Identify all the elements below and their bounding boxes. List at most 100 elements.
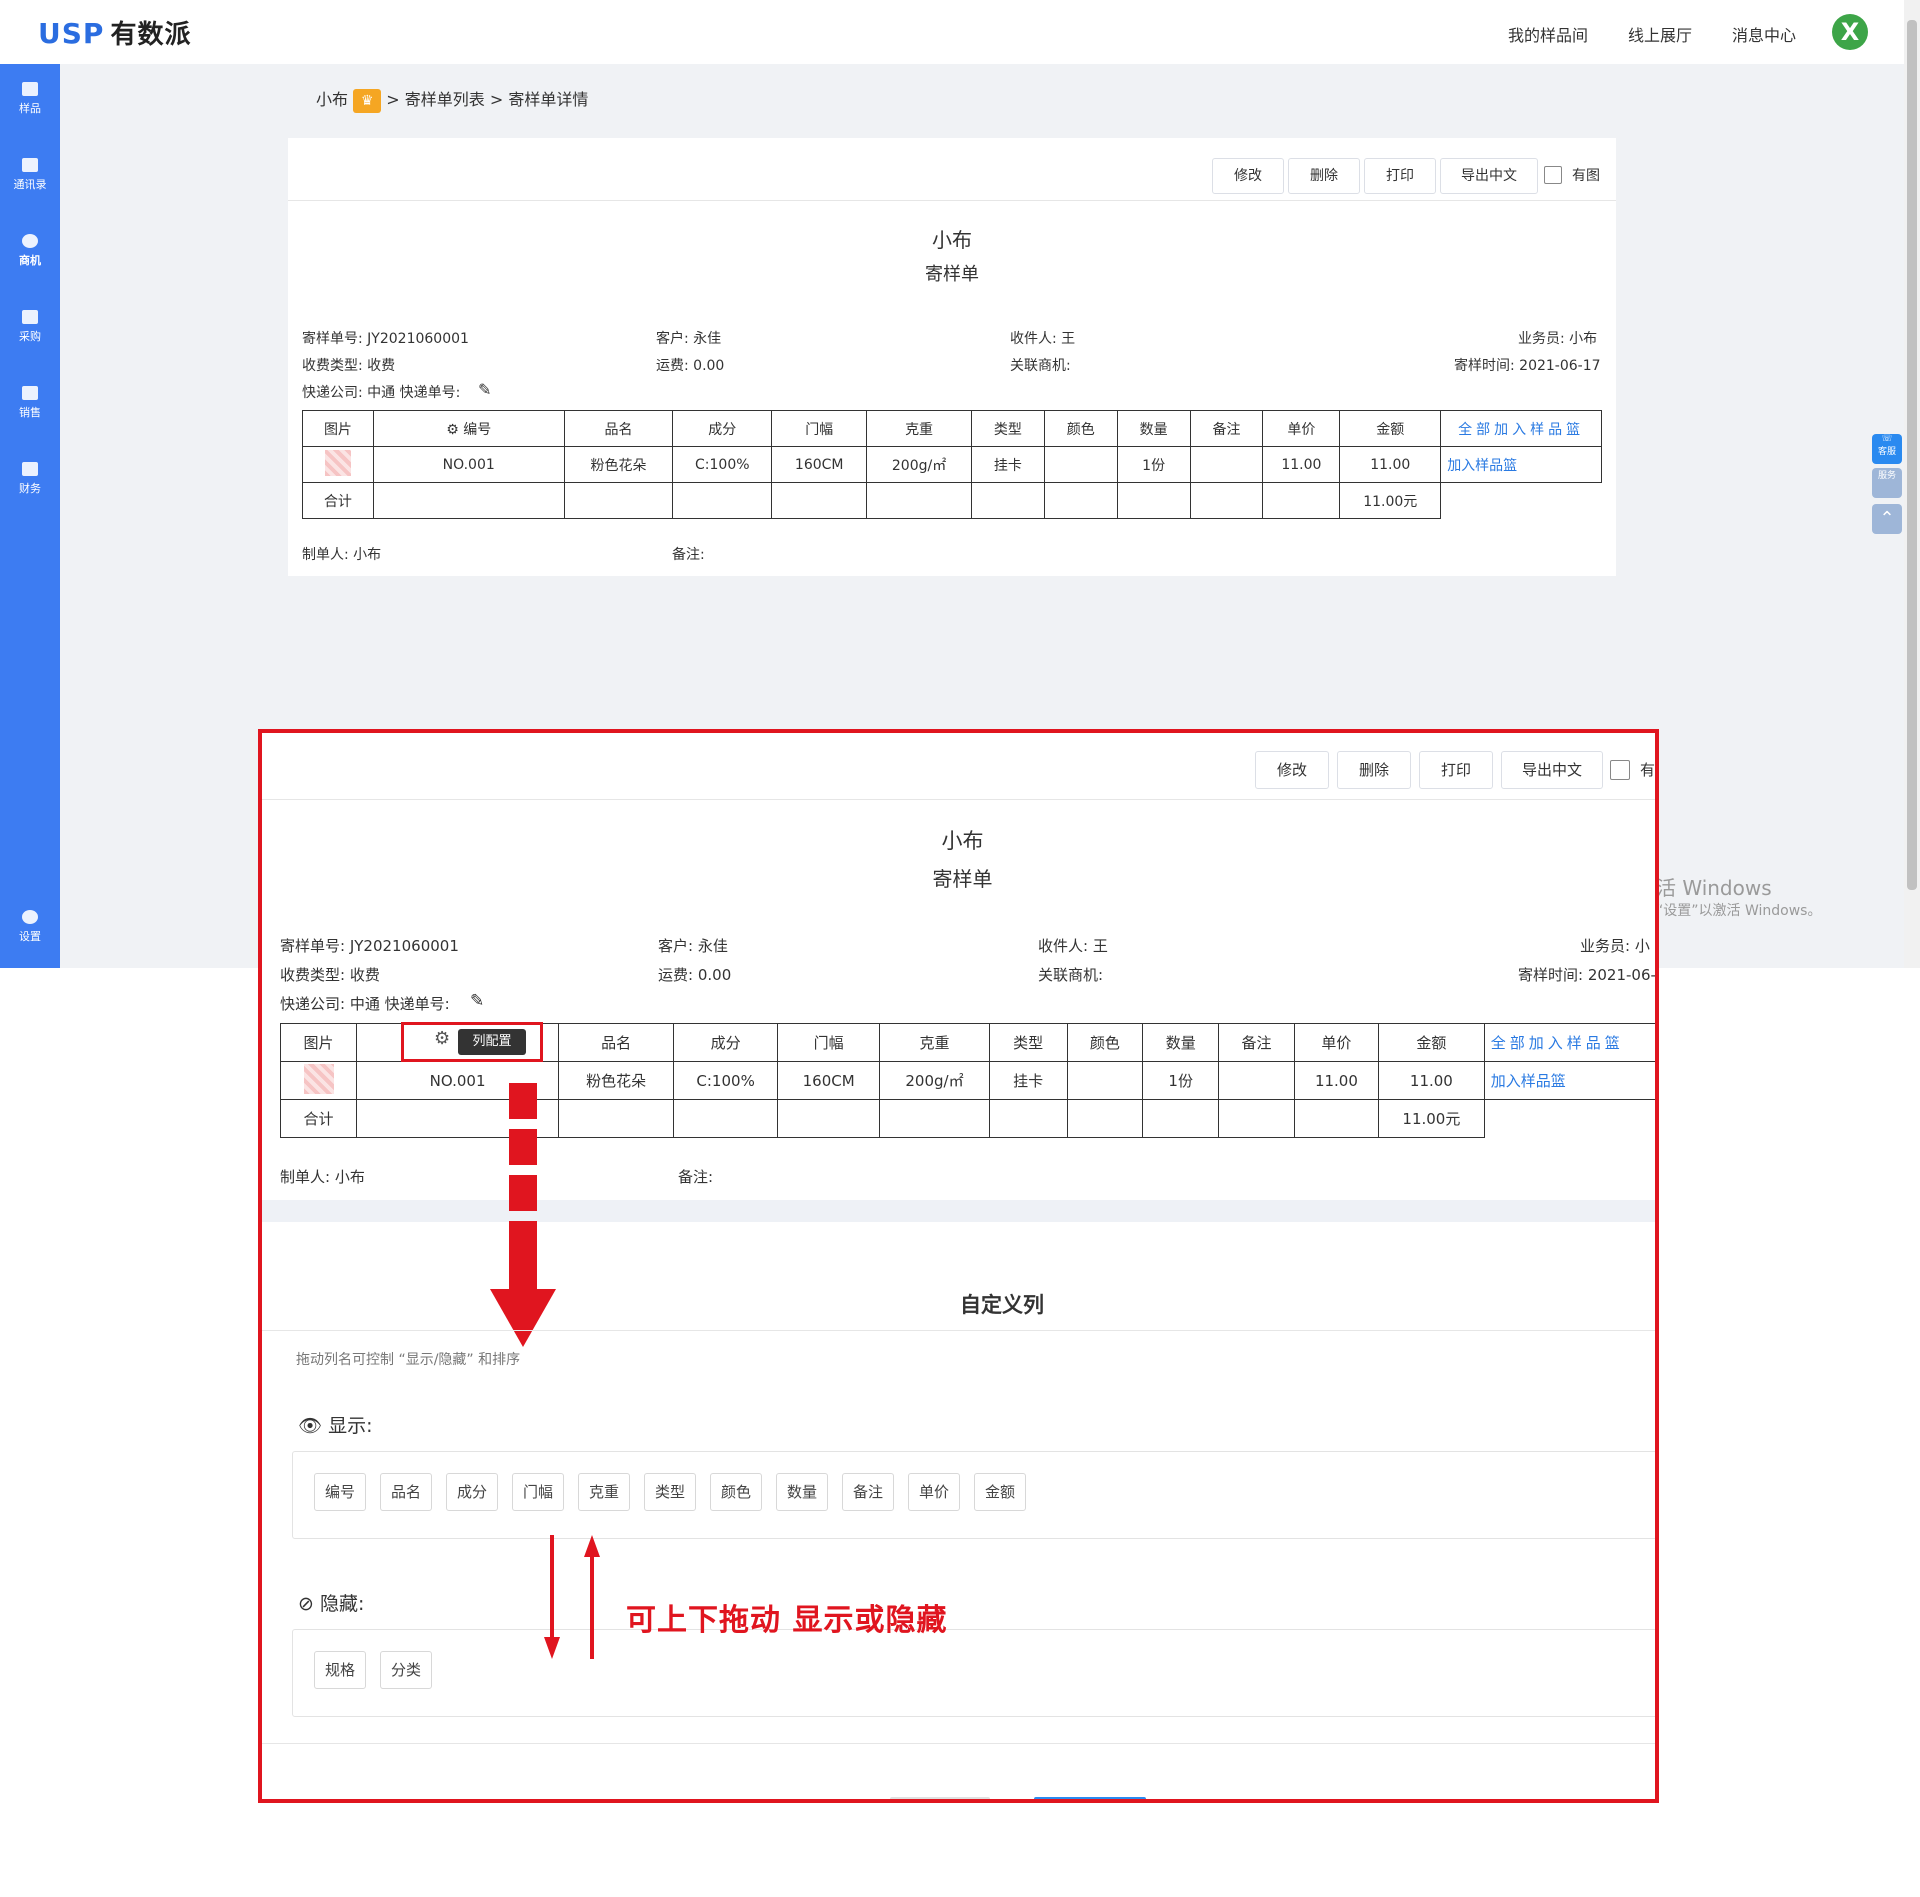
export-chinese-button[interactable]: 导出中文 [1501,751,1603,789]
cell-name: 粉色花朵 [563,446,674,483]
sample-thumbnail[interactable] [302,446,374,483]
delete-button[interactable]: 删除 [1288,158,1360,194]
nav-online-showroom[interactable]: 线上展厅 [1628,22,1692,46]
col-header-image: 图片 [279,1023,358,1062]
export-chinese-button[interactable]: 导出中文 [1440,158,1538,194]
delete-button[interactable]: 删除 [1337,751,1411,789]
hidden-column-tag[interactable]: 分类 [380,1651,432,1689]
col-header-code[interactable]: ⚙ 编号 [372,410,565,447]
confirm-button[interactable] [1034,1797,1146,1799]
sidebar-item-finance[interactable]: 财务 [0,462,60,496]
nav-my-samples[interactable]: 我的样品间 [1508,22,1588,46]
freight: 运费: 0.00 [658,966,732,984]
toolbar-divider [288,200,1616,201]
sidebar-item-samples[interactable]: 样品 [0,82,60,116]
shown-column-tag[interactable]: 单价 [908,1473,960,1511]
shown-column-tag[interactable]: 类型 [644,1473,696,1511]
col-header-qty: 数量 [1142,1023,1220,1062]
shown-column-tag[interactable]: 克重 [578,1473,630,1511]
breadcrumb-list[interactable]: 寄样单列表 [405,90,485,109]
cell-width: 160CM [771,446,868,483]
back-to-top-button[interactable]: ⌃ [1872,504,1902,534]
edit-button[interactable]: 修改 [1212,158,1284,194]
shown-column-tag[interactable]: 备注 [842,1473,894,1511]
col-header-color: 颜色 [1043,410,1118,447]
customer-service-button[interactable]: ☏ 客服 [1872,434,1902,464]
page-scrollbar[interactable] [1904,0,1920,968]
has-image-label: 有 [1640,761,1656,779]
shown-column-tag[interactable]: 成分 [446,1473,498,1511]
cell-composition: C:100% [672,446,773,483]
finance-bag-icon [22,462,38,476]
hidden-column-tag[interactable]: 规格 [314,1651,366,1689]
order-no: 寄样单号: JY2021060001 [280,937,459,955]
sidebar-item-sales[interactable]: 销售 [0,386,60,420]
edit-button[interactable]: 修改 [1255,751,1329,789]
send-time: 寄样时间: 2021-06- [1518,966,1656,984]
shown-column-tag[interactable]: 金额 [974,1473,1026,1511]
sidebar-item-label: 销售 [19,406,41,419]
add-all-to-basket-link[interactable]: 全部加入样品篮 [1483,1023,1655,1062]
express-info: 快递公司: 中通 快递单号: [280,995,450,1013]
gear-icon[interactable]: ⚙ [434,1028,450,1049]
total-label: 合计 [279,1099,358,1138]
nav-message-center[interactable]: 消息中心 [1732,22,1796,46]
table-row: NO.001 粉色花朵 C:100% 160CM 200g/㎡ 挂卡 1份 11… [302,446,1602,483]
gear-icon [22,910,38,924]
sidebar-item-settings[interactable]: 设置 [0,910,60,944]
gear-icon[interactable]: ⚙ [446,422,459,438]
shown-column-tag[interactable]: 数量 [776,1473,828,1511]
col-header-width: 门幅 [771,410,868,447]
related-opportunity: 关联商机: [1038,966,1104,984]
hidden-columns-dropzone[interactable] [292,1629,1655,1717]
col-header-name: 品名 [558,1023,675,1062]
col-header-price: 单价 [1293,1023,1380,1062]
cell-weight: 200g/㎡ [866,446,972,483]
print-button[interactable]: 打印 [1364,158,1436,194]
has-image-checkbox[interactable] [1610,760,1630,780]
headset-icon: ☏ [1881,434,1893,444]
shown-column-tag[interactable]: 门幅 [512,1473,564,1511]
doc-type-title: 寄样单 [925,264,979,285]
col-header-color: 颜色 [1066,1023,1144,1062]
sidebar-item-opportunity[interactable]: 商机 [0,234,60,268]
purchase-icon [22,310,38,324]
avatar[interactable]: X [1832,14,1868,50]
customer: 客户: 永佳 [658,937,728,955]
cell-type: 挂卡 [970,446,1045,483]
edit-pencil-icon[interactable]: ✎ [478,380,491,399]
col-header-amount: 金额 [1378,1023,1485,1062]
logo[interactable]: USP 有数派 [38,14,191,51]
print-button[interactable]: 打印 [1419,751,1493,789]
scrollbar-thumb[interactable] [1907,20,1917,890]
cell-amount: 11.00 [1378,1061,1485,1100]
sidebar-item-contacts[interactable]: 通讯录 [0,158,60,192]
cell-composition: C:100% [673,1061,779,1100]
cancel-button[interactable] [890,1797,990,1799]
add-to-basket-link[interactable]: 加入样品篮 [1483,1061,1655,1100]
side-panel-label: 客服 [1877,447,1896,457]
doc-type-title: 寄样单 [932,867,993,891]
service-button[interactable]: 服务 [1872,468,1902,498]
add-to-basket-link[interactable]: 加入样品篮 [1440,446,1602,483]
sample-order-card: 修改 删除 打印 导出中文 有图 小布 寄样单 寄样单号: JY20210600… [288,138,1616,576]
sidebar-item-purchase[interactable]: 采购 [0,310,60,344]
shown-column-tag[interactable]: 颜色 [710,1473,762,1511]
sample-thumbnail[interactable] [279,1061,358,1100]
cell-amount: 11.00 [1339,446,1442,483]
annotation-zoom-box: 修改 删除 打印 导出中文 有 小布 寄样单 寄样单号: JY202106000… [258,729,1659,1803]
shown-column-tag[interactable]: 编号 [314,1473,366,1511]
edit-pencil-icon[interactable]: ✎ [470,991,484,1011]
col-header-qty: 数量 [1116,410,1191,447]
section-gap [262,1200,1655,1222]
contacts-icon [22,158,38,172]
shown-column-tag[interactable]: 品名 [380,1473,432,1511]
show-section-label: 👁 显示: [298,1415,373,1437]
sample-table: 图片 ⚙ 编号 品名 成分 门幅 克重 类型 颜色 数量 备注 单价 金额 全部… [302,410,1602,519]
sidebar-item-label: 财务 [19,482,41,495]
has-image-checkbox[interactable] [1544,166,1562,184]
col-header-amount: 金额 [1339,410,1442,447]
send-time: 寄样时间: 2021-06-17 [1454,358,1601,374]
breadcrumb-root[interactable]: 小布 [316,90,348,109]
add-all-to-basket-link[interactable]: 全部加入样品篮 [1440,410,1602,447]
